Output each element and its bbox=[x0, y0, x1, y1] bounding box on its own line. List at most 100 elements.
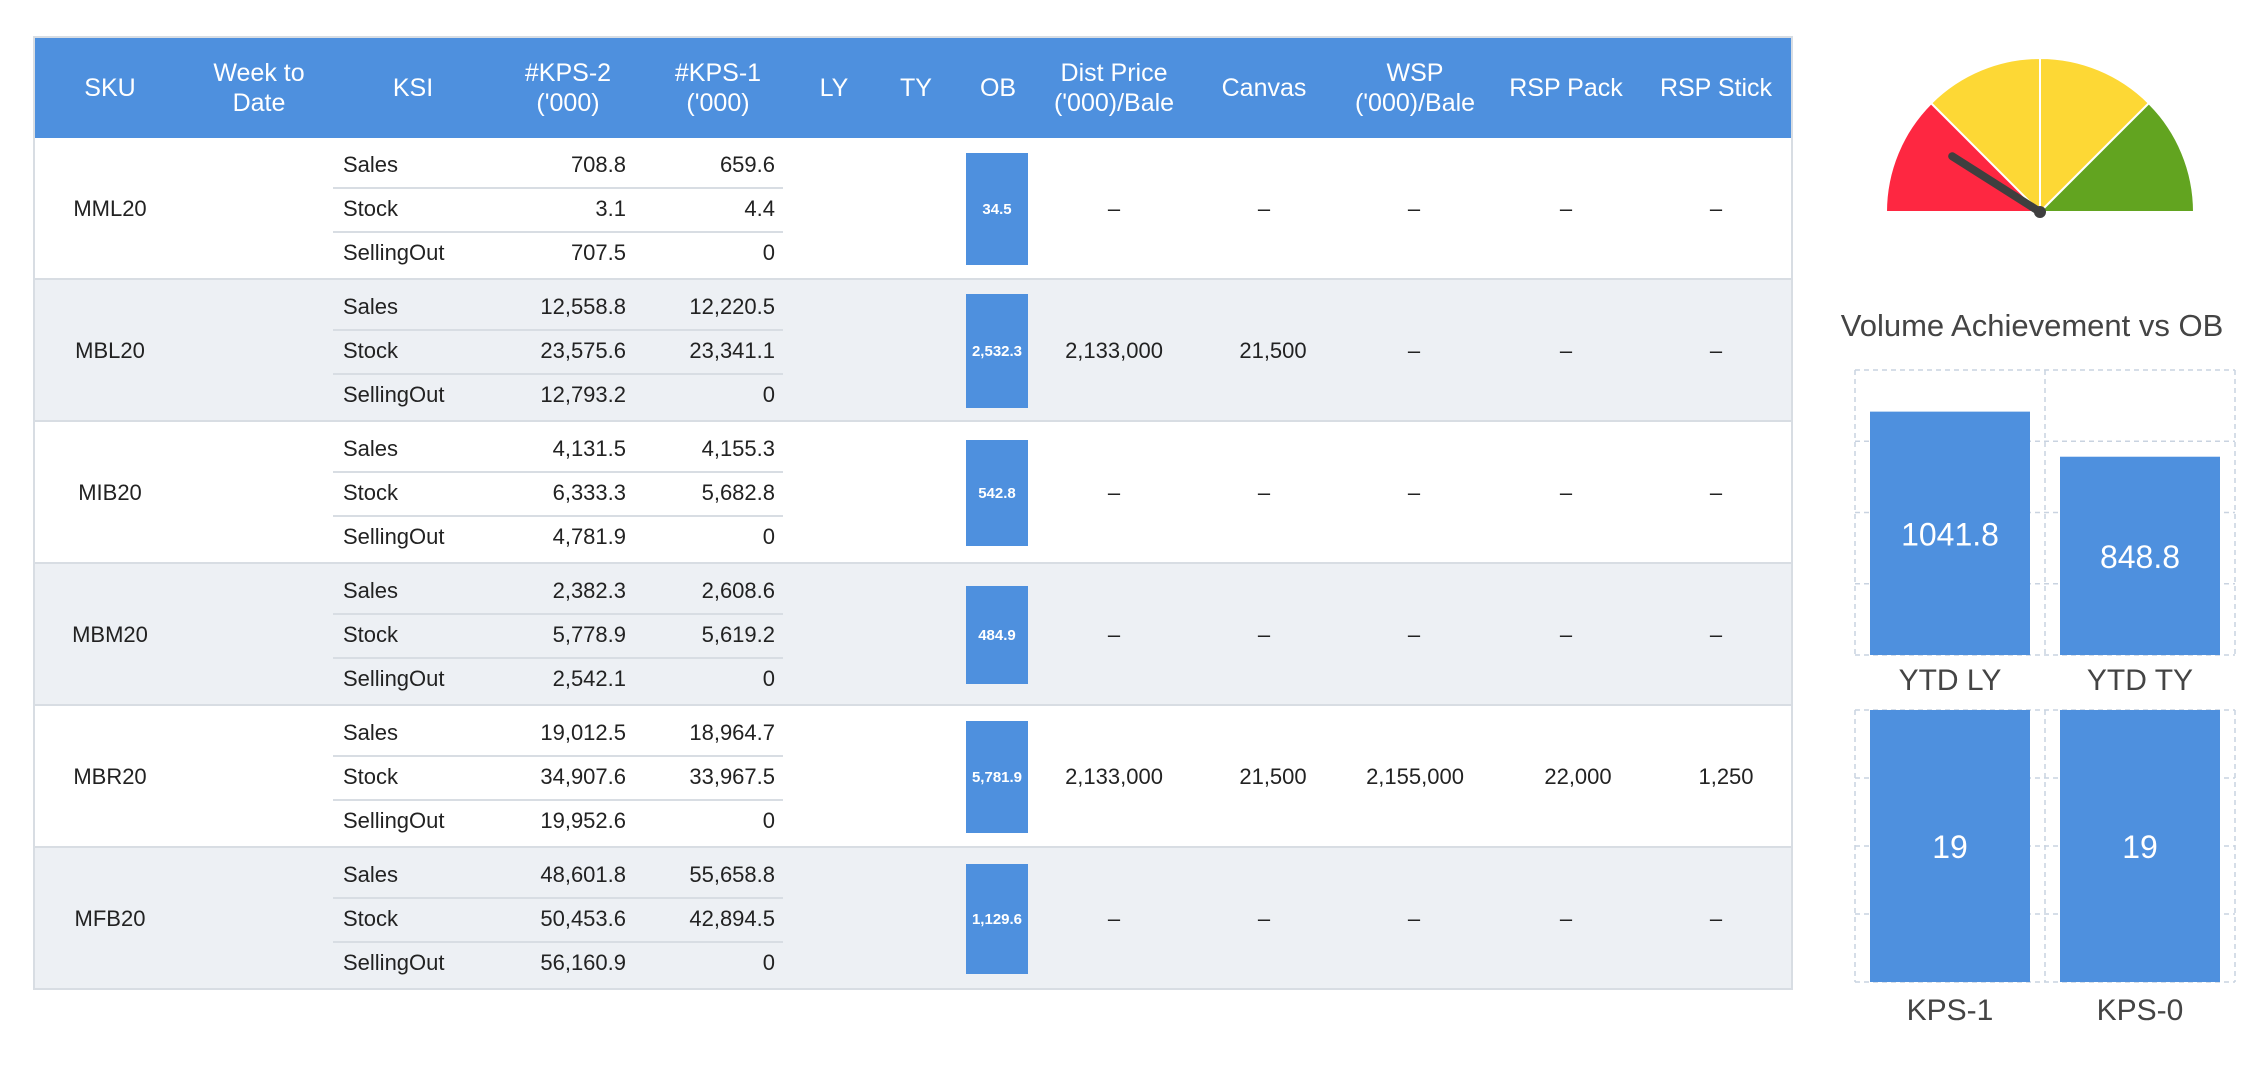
ksi-label: SellingOut bbox=[343, 382, 445, 407]
kps1-value: 4,155.3 bbox=[701, 436, 775, 461]
kps1-value: 5,682.8 bbox=[701, 480, 775, 505]
ksi-label: Stock bbox=[343, 622, 399, 647]
ksi-row: Stock 5,778.9 5,619.2 bbox=[333, 613, 783, 659]
table-row-group: MFB20 Sales 48,601.8 55,658.8 Stock 50,453.6 4… bbox=[35, 848, 1791, 990]
ksi-label: SellingOut bbox=[343, 240, 445, 265]
rsp-pack-cell: – bbox=[1559, 196, 1573, 221]
kps2-value: 23,575.6 bbox=[540, 338, 626, 363]
canvas-cell: – bbox=[1257, 622, 1271, 647]
col-kps1-header[interactable]: #KPS-1 ('000) bbox=[643, 38, 793, 138]
rsp-pack-cell: – bbox=[1559, 622, 1573, 647]
gauge-hub bbox=[2034, 206, 2046, 218]
kps1-value: 4.4 bbox=[744, 196, 775, 221]
rsp-stick-cell: – bbox=[1709, 480, 1723, 505]
col-dist-price-header[interactable]: Dist Price ('000)/Bale bbox=[1039, 38, 1189, 138]
table-row-group: MBL20 Sales 12,558.8 12,220.5 Stock 23,575.6 2… bbox=[35, 280, 1791, 422]
canvas-cell: – bbox=[1257, 196, 1271, 221]
table-row-group: MBR20 Sales 19,012.5 18,964.7 Stock 34,907.6 3… bbox=[35, 706, 1791, 848]
table-row-group: MIB20 Sales 4,131.5 4,155.3 Stock 6,333.3 5,68… bbox=[35, 422, 1791, 564]
col-week-to-date-header[interactable]: Week to Date bbox=[185, 38, 333, 138]
kps2-value: 5,778.9 bbox=[552, 622, 626, 647]
rsp-pack-cell: – bbox=[1559, 906, 1573, 931]
sku-cell: MIB20 bbox=[78, 480, 142, 505]
kps2-value: 19,952.6 bbox=[540, 808, 626, 833]
rsp-pack-cell: 22,000 bbox=[1544, 764, 1612, 789]
col-canvas-header[interactable]: Canvas bbox=[1189, 38, 1339, 138]
ksi-label: Sales bbox=[343, 152, 399, 177]
col-ty-header[interactable]: TY bbox=[875, 38, 957, 138]
canvas-cell: – bbox=[1257, 906, 1271, 931]
ksi-row: Stock 6,333.3 5,682.8 bbox=[333, 471, 783, 517]
ksi-row: Stock 3.1 4.4 bbox=[333, 187, 783, 233]
wsp-cell: – bbox=[1407, 622, 1421, 647]
kps1-value: 55,658.8 bbox=[689, 862, 775, 887]
dist-price-cell: – bbox=[1107, 906, 1121, 931]
ksi-label: Stock bbox=[343, 764, 399, 789]
ob-bar: 34.5 bbox=[966, 153, 1028, 265]
wsp-cell: – bbox=[1407, 480, 1421, 505]
dist-price-cell: – bbox=[1107, 622, 1121, 647]
kps1-value: 0 bbox=[762, 240, 775, 265]
kps2-value: 2,382.3 bbox=[552, 578, 626, 603]
kps1-value: 659.6 bbox=[719, 152, 775, 177]
kps1-value: 0 bbox=[762, 666, 775, 691]
table-row-group: MBM20 Sales 2,382.3 2,608.6 Stock 5,778.9 5,61… bbox=[35, 564, 1791, 706]
kps2-value: 50,453.6 bbox=[540, 906, 626, 931]
col-rsp-pack-header[interactable]: RSP Pack bbox=[1491, 38, 1641, 138]
col-kps2-header[interactable]: #KPS-2 ('000) bbox=[493, 38, 643, 138]
ksi-label: Sales bbox=[343, 578, 399, 603]
kps2-value: 707.5 bbox=[570, 240, 626, 265]
ksi-row: Sales 48,601.8 55,658.8 bbox=[333, 853, 783, 899]
ob-bar: 542.8 bbox=[966, 440, 1028, 546]
sku-cell: MBL20 bbox=[75, 338, 145, 363]
col-wsp-header[interactable]: WSP ('000)/Bale bbox=[1339, 38, 1491, 138]
ksi-row: SellingOut 19,952.6 0 bbox=[333, 799, 783, 843]
category-label: KPS-0 bbox=[2097, 994, 2184, 1027]
wsp-cell: – bbox=[1407, 338, 1421, 363]
kps1-value: 0 bbox=[762, 950, 775, 975]
ksi-row: SellingOut 2,542.1 0 bbox=[333, 657, 783, 701]
col-ksi-header[interactable]: KSI bbox=[333, 38, 493, 138]
rsp-pack-cell: – bbox=[1559, 338, 1573, 363]
sku-cell: MBM20 bbox=[72, 622, 148, 647]
dist-price-cell: 2,133,000 bbox=[1065, 338, 1163, 363]
col-ob-header[interactable]: OB bbox=[957, 38, 1039, 138]
ksi-label: Sales bbox=[343, 720, 399, 745]
ksi-row: SellingOut 12,793.2 0 bbox=[333, 373, 783, 417]
rsp-stick-cell: – bbox=[1709, 622, 1723, 647]
bar-value-label: 848.8 bbox=[2100, 539, 2180, 575]
kps1-value: 0 bbox=[762, 524, 775, 549]
ksi-row: Stock 23,575.6 23,341.1 bbox=[333, 329, 783, 375]
kps2-value: 708.8 bbox=[570, 152, 626, 177]
sku-cell: MML20 bbox=[73, 196, 147, 221]
col-sku-header[interactable]: SKU bbox=[35, 38, 185, 138]
kps2-value: 12,793.2 bbox=[540, 382, 626, 407]
ob-bar: 2,532.3 bbox=[966, 294, 1028, 408]
dist-price-cell: – bbox=[1107, 196, 1121, 221]
kps2-value: 2,542.1 bbox=[552, 666, 626, 691]
ksi-label: Sales bbox=[343, 294, 399, 319]
kps2-value: 6,333.3 bbox=[552, 480, 626, 505]
bar-value-label: 19 bbox=[2122, 829, 2158, 865]
rsp-stick-cell: 1,250 bbox=[1698, 764, 1754, 789]
kps1-value: 42,894.5 bbox=[689, 906, 775, 931]
canvas-cell: 21,500 bbox=[1239, 338, 1307, 363]
category-label: YTD LY bbox=[1899, 664, 2002, 697]
canvas-cell: – bbox=[1257, 480, 1271, 505]
table-header: SKU Week to Date KSI #KPS-2 ('000) #KPS-… bbox=[35, 38, 1791, 138]
gauge-chart bbox=[1884, 56, 2196, 218]
dist-price-cell: 2,133,000 bbox=[1065, 764, 1163, 789]
ksi-row: SellingOut 56,160.9 0 bbox=[333, 941, 783, 985]
ksi-row: Sales 708.8 659.6 bbox=[333, 143, 783, 189]
canvas-cell: 21,500 bbox=[1239, 764, 1307, 789]
ksi-row: Sales 12,558.8 12,220.5 bbox=[333, 285, 783, 331]
wsp-cell: 2,155,000 bbox=[1366, 764, 1464, 789]
col-rsp-stick-header[interactable]: RSP Stick bbox=[1641, 38, 1791, 138]
volume-achievement-chart: 1041.8 YTD LY 848.8 YTD TY 19 KPS-1 19 KPS-0 bbox=[1854, 369, 2236, 1027]
category-label: KPS-1 bbox=[1907, 994, 1994, 1027]
col-ly-header[interactable]: LY bbox=[793, 38, 875, 138]
ksi-label: Sales bbox=[343, 862, 399, 887]
ksi-row: Stock 50,453.6 42,894.5 bbox=[333, 897, 783, 943]
ksi-label: Sales bbox=[343, 436, 399, 461]
ksi-row: SellingOut 707.5 0 bbox=[333, 231, 783, 275]
